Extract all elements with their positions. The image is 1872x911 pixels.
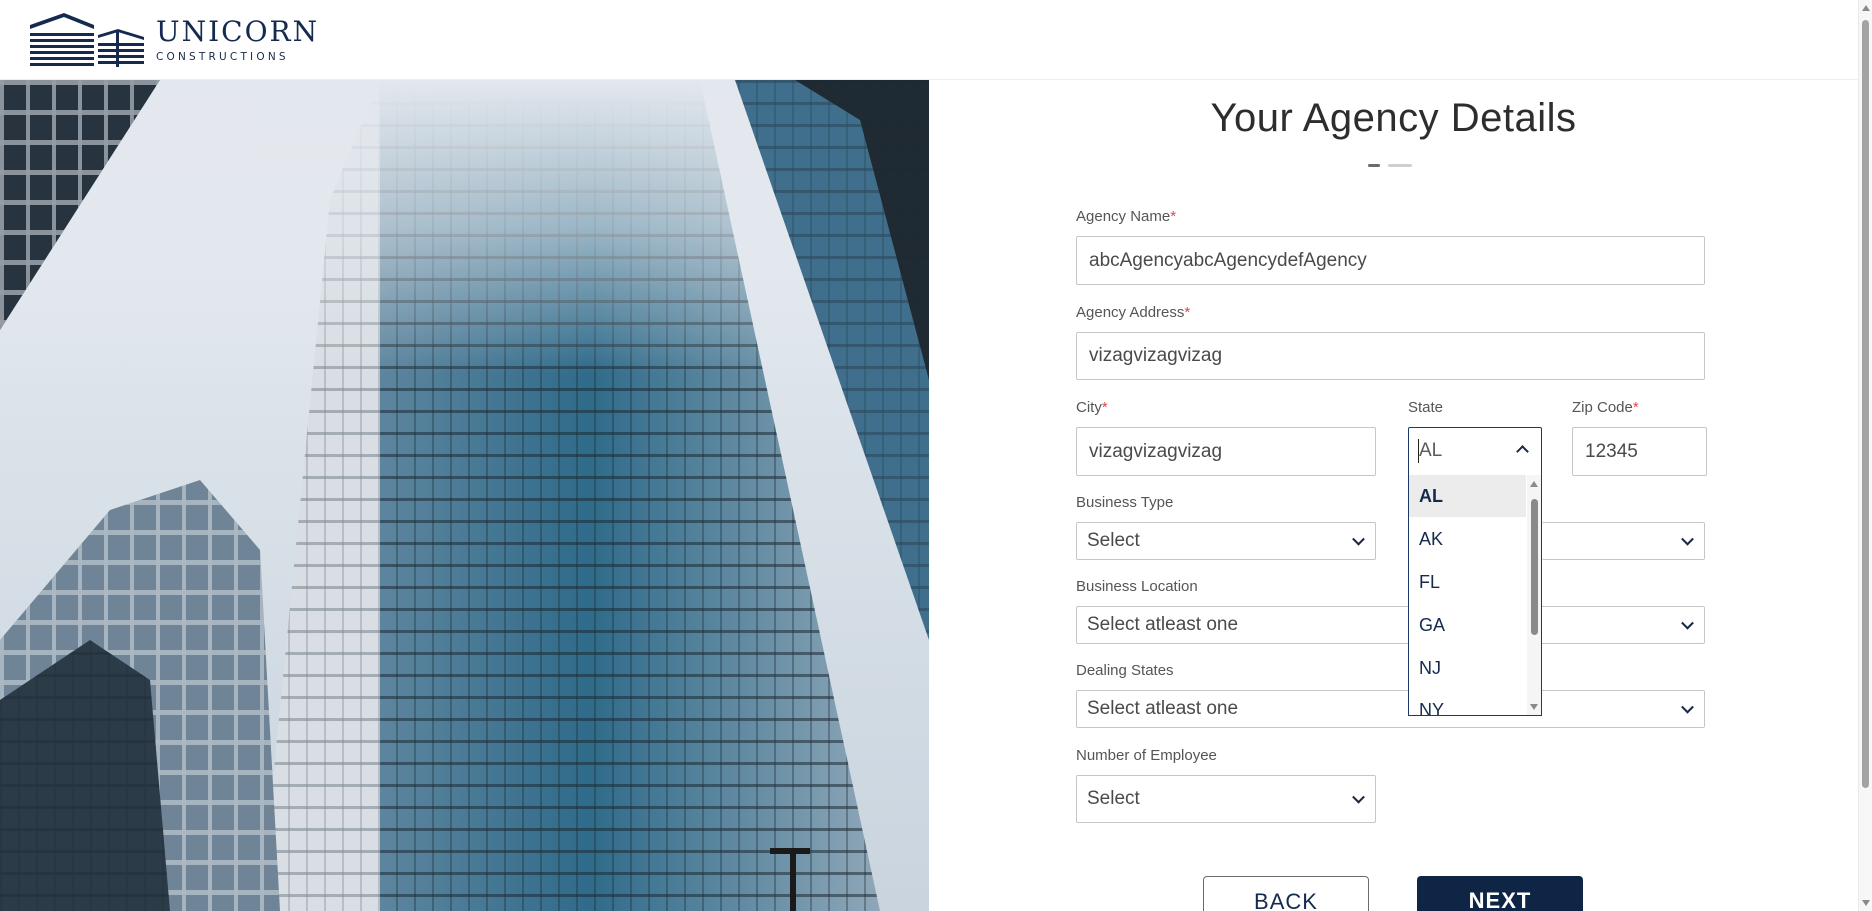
state-option[interactable]: AL: [1409, 475, 1526, 517]
business-type-select[interactable]: Select: [1076, 522, 1376, 560]
dropdown-scroll-thumb[interactable]: [1531, 499, 1538, 635]
chevron-down-icon: [1681, 532, 1694, 546]
business-location-label-text: Business Location: [1076, 578, 1198, 595]
agency-name-input[interactable]: abcAgencyabcAgencydefAgency: [1076, 236, 1705, 285]
scroll-up-arrow-icon[interactable]: [1862, 5, 1870, 11]
state-options-list[interactable]: AL AK FL GA NJ NY: [1408, 475, 1542, 716]
agency-address-input[interactable]: vizagvizagvizag: [1076, 332, 1705, 380]
page-scroll-thumb[interactable]: [1862, 20, 1869, 788]
agency-name-label-text: Agency Name: [1076, 208, 1171, 225]
agency-address-label-text: Agency Address: [1076, 304, 1185, 321]
step-1-indicator: [1368, 164, 1380, 167]
city-label-text: City: [1076, 399, 1102, 416]
zip-value: 12345: [1585, 440, 1638, 462]
chevron-up-icon[interactable]: [1516, 445, 1529, 458]
state-option[interactable]: AK: [1409, 518, 1526, 560]
chevron-down-icon: [1352, 532, 1365, 546]
employees-value: Select: [1087, 788, 1140, 809]
page-scrollbar[interactable]: [1858, 0, 1872, 911]
chevron-down-icon: [1681, 616, 1694, 630]
required-mark: *: [1184, 304, 1191, 321]
state-option[interactable]: GA: [1409, 604, 1526, 646]
scroll-down-arrow-icon[interactable]: [1862, 900, 1870, 906]
next-button[interactable]: NEXT: [1417, 876, 1583, 911]
back-button[interactable]: BACK: [1203, 876, 1369, 911]
page-title: Your Agency Details: [1210, 96, 1577, 140]
buildings-logo-icon: [30, 13, 144, 67]
scroll-down-arrow-icon[interactable]: [1530, 704, 1538, 710]
agency-name-value: abcAgencyabcAgencydefAgency: [1089, 249, 1367, 271]
state-value: AL: [1419, 440, 1443, 461]
state-select[interactable]: AL: [1408, 427, 1542, 476]
dealing-states-select[interactable]: Select atleast one: [1076, 690, 1705, 728]
state-option[interactable]: FL: [1409, 561, 1526, 603]
employees-select[interactable]: Select: [1076, 775, 1376, 823]
scroll-up-arrow-icon[interactable]: [1530, 481, 1538, 487]
business-location-select[interactable]: Select atleast one: [1076, 606, 1705, 644]
city-input[interactable]: vizagvizagvizag: [1076, 427, 1376, 476]
required-mark: *: [1101, 399, 1108, 416]
city-label: City*: [1076, 399, 1108, 416]
state-label-text: State: [1408, 399, 1444, 416]
logo-text: UNICORN CONSTRUCTIONS: [156, 15, 320, 64]
required-mark: *: [1632, 399, 1639, 416]
agency-name-label: Agency Name*: [1076, 208, 1176, 225]
state-option[interactable]: NJ: [1409, 647, 1526, 689]
employees-label: Number of Employee: [1076, 747, 1217, 764]
business-type-label: Business Type: [1076, 494, 1173, 511]
dropdown-scrollbar[interactable]: [1527, 475, 1541, 715]
company-logo[interactable]: UNICORN CONSTRUCTIONS: [30, 13, 319, 67]
business-location-value: Select atleast one: [1087, 614, 1239, 635]
step-indicator: [1368, 164, 1412, 167]
building-photo: [0, 80, 929, 911]
agency-address-label: Agency Address*: [1076, 304, 1190, 321]
logo-subtitle: CONSTRUCTIONS: [156, 51, 289, 63]
header: UNICORN CONSTRUCTIONS: [0, 0, 1858, 80]
chevron-down-icon: [1352, 790, 1365, 804]
zip-input[interactable]: 12345: [1572, 427, 1707, 476]
business-type-value: Select: [1087, 530, 1140, 551]
logo-name: UNICORN: [156, 15, 320, 48]
employees-label-text: Number of Employee: [1076, 747, 1217, 764]
agency-details-form: Your Agency Details Agency Name* abcAgen…: [929, 80, 1858, 911]
state-option[interactable]: NY: [1409, 689, 1526, 716]
dealing-states-value: Select atleast one: [1087, 698, 1239, 719]
zip-label: Zip Code*: [1572, 399, 1639, 416]
state-label: State: [1408, 399, 1443, 416]
business-type-secondary-select[interactable]: [1542, 522, 1705, 560]
dealing-states-label-text: Dealing States: [1076, 662, 1174, 679]
business-location-label: Business Location: [1076, 578, 1198, 595]
agency-address-value: vizagvizagvizag: [1089, 345, 1223, 366]
business-type-label-text: Business Type: [1076, 494, 1174, 511]
required-mark: *: [1170, 208, 1177, 225]
zip-label-text: Zip Code: [1572, 399, 1633, 416]
chevron-down-icon: [1681, 700, 1694, 714]
city-value: vizagvizagvizag: [1089, 440, 1223, 462]
step-2-indicator: [1388, 164, 1412, 167]
dealing-states-label: Dealing States: [1076, 662, 1174, 679]
